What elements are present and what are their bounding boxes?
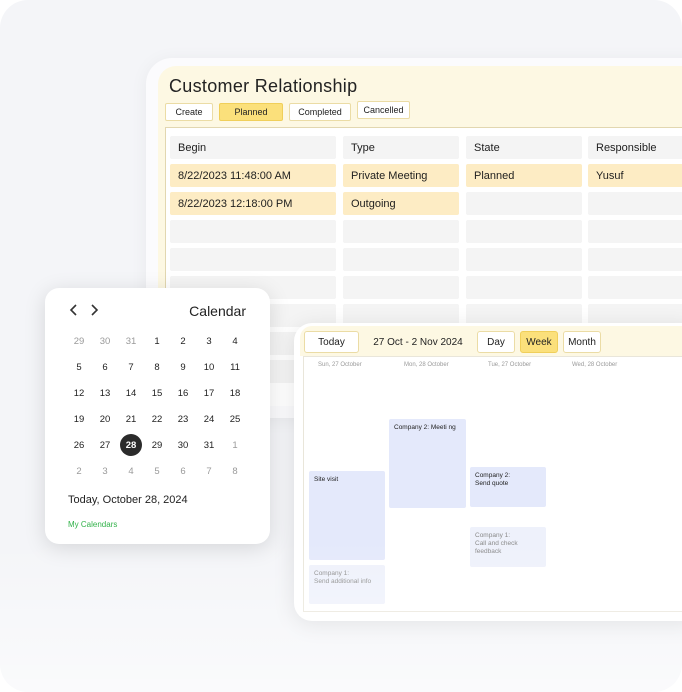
- calendar-day[interactable]: 1: [224, 434, 246, 456]
- calendar-day[interactable]: 4: [120, 460, 142, 482]
- view-day-button[interactable]: Day: [477, 331, 515, 353]
- calendar-day[interactable]: 27: [94, 434, 116, 456]
- calendar-day[interactable]: 6: [172, 460, 194, 482]
- calendar-day[interactable]: 16: [172, 382, 194, 404]
- crm-title: Customer Relationship: [169, 76, 358, 96]
- table-cell[interactable]: Private Meeting: [343, 164, 459, 187]
- calendar-day[interactable]: 10: [198, 356, 220, 378]
- empty-cell: [343, 276, 459, 299]
- calendar-day[interactable]: 3: [94, 460, 116, 482]
- calendar-day[interactable]: 6: [94, 356, 116, 378]
- table-cell[interactable]: Yusuf: [588, 164, 682, 187]
- calendar-day[interactable]: 5: [68, 356, 90, 378]
- calendar-day[interactable]: 4: [224, 330, 246, 352]
- calendar-title: Calendar: [189, 303, 246, 319]
- empty-cell: [588, 276, 682, 299]
- calendar-day[interactable]: 2: [68, 460, 90, 482]
- empty-cell: [588, 220, 682, 243]
- calendar-day[interactable]: 14: [120, 382, 142, 404]
- calendar-day[interactable]: 1: [146, 330, 168, 352]
- calendar-day[interactable]: 2: [172, 330, 194, 352]
- calendar-day[interactable]: 13: [94, 382, 116, 404]
- tab-planned[interactable]: Planned: [219, 103, 283, 121]
- column-header-responsible[interactable]: Responsible: [588, 136, 682, 159]
- tab-create[interactable]: Create: [165, 103, 213, 121]
- table-cell[interactable]: 8/22/2023 11:48:00 AM: [170, 164, 336, 187]
- calendar-day[interactable]: 17: [198, 382, 220, 404]
- event-send-info[interactable]: Company 1: Send additional info: [309, 565, 385, 604]
- calendar-day-selected[interactable]: 28: [120, 434, 142, 456]
- day-header: Tue, 27 October: [488, 362, 532, 368]
- day-header: Wed, 28 October: [572, 362, 618, 368]
- calendar-day[interactable]: 9: [172, 356, 194, 378]
- empty-cell: [466, 220, 582, 243]
- empty-cell: [466, 276, 582, 299]
- day-header: Sun, 27 October: [318, 362, 362, 368]
- empty-cell: [170, 220, 336, 243]
- calendar-day[interactable]: 23: [172, 408, 194, 430]
- empty-cell: [343, 220, 459, 243]
- calendar-day[interactable]: 7: [198, 460, 220, 482]
- event-send-quote[interactable]: Company 2: Send quote: [470, 467, 546, 507]
- calendar-day[interactable]: 3: [198, 330, 220, 352]
- calendar-day[interactable]: 11: [224, 356, 246, 378]
- calendar-day[interactable]: 20: [94, 408, 116, 430]
- column-header-type[interactable]: Type: [343, 136, 459, 159]
- day-header: Mon, 28 October: [404, 362, 449, 368]
- calendar-day[interactable]: 18: [224, 382, 246, 404]
- empty-cell: [170, 248, 336, 271]
- empty-cell: [466, 248, 582, 271]
- calendar-day[interactable]: 24: [198, 408, 220, 430]
- calendar-day[interactable]: 26: [68, 434, 90, 456]
- my-calendars-link[interactable]: My Calendars: [68, 520, 117, 529]
- calendar-day[interactable]: 30: [94, 330, 116, 352]
- table-cell[interactable]: 8/22/2023 12:18:00 PM: [170, 192, 336, 215]
- table-cell[interactable]: [466, 192, 582, 215]
- column-header-state[interactable]: State: [466, 136, 582, 159]
- calendar-day[interactable]: 22: [146, 408, 168, 430]
- view-week-button[interactable]: Week: [520, 331, 558, 353]
- tab-cancelled[interactable]: Cancelled: [357, 101, 410, 119]
- calendar-day[interactable]: 19: [68, 408, 90, 430]
- empty-cell: [343, 248, 459, 271]
- table-cell[interactable]: Planned: [466, 164, 582, 187]
- today-label: Today, October 28, 2024: [68, 494, 188, 506]
- calendar-day[interactable]: 25: [224, 408, 246, 430]
- calendar-day[interactable]: 8: [224, 460, 246, 482]
- calendar-day[interactable]: 31: [120, 330, 142, 352]
- calendar-day[interactable]: 29: [146, 434, 168, 456]
- calendar-day[interactable]: 7: [120, 356, 142, 378]
- mini-calendar: Calendar 29 30 31 1 2 3 4 5 6 7 8 9 10 1…: [45, 288, 270, 544]
- calendar-day[interactable]: 12: [68, 382, 90, 404]
- calendar-day[interactable]: 21: [120, 408, 142, 430]
- event-feedback[interactable]: Company 1: Call and check feedback: [470, 527, 546, 567]
- table-cell[interactable]: Outgoing: [343, 192, 459, 215]
- calendar-day[interactable]: 31: [198, 434, 220, 456]
- view-month-button[interactable]: Month: [563, 331, 601, 353]
- tab-completed[interactable]: Completed: [289, 103, 351, 121]
- empty-cell: [588, 248, 682, 271]
- chevron-left-icon[interactable]: [69, 304, 79, 319]
- event-meeting[interactable]: Company 2: Meeti ng: [389, 419, 466, 508]
- calendar-day[interactable]: 5: [146, 460, 168, 482]
- table-cell[interactable]: [588, 192, 682, 215]
- crm-tabs: Create Planned Completed Cancelled: [165, 101, 416, 121]
- date-range-label: 27 Oct - 2 Nov 2024: [373, 336, 463, 348]
- calendar-day[interactable]: 15: [146, 382, 168, 404]
- calendar-day[interactable]: 29: [68, 330, 90, 352]
- today-button[interactable]: Today: [304, 331, 359, 353]
- event-site-visit[interactable]: Site visit: [309, 471, 385, 560]
- chevron-right-icon[interactable]: [89, 304, 99, 319]
- calendar-day[interactable]: 30: [172, 434, 194, 456]
- column-header-begin[interactable]: Begin: [170, 136, 336, 159]
- calendar-day[interactable]: 8: [146, 356, 168, 378]
